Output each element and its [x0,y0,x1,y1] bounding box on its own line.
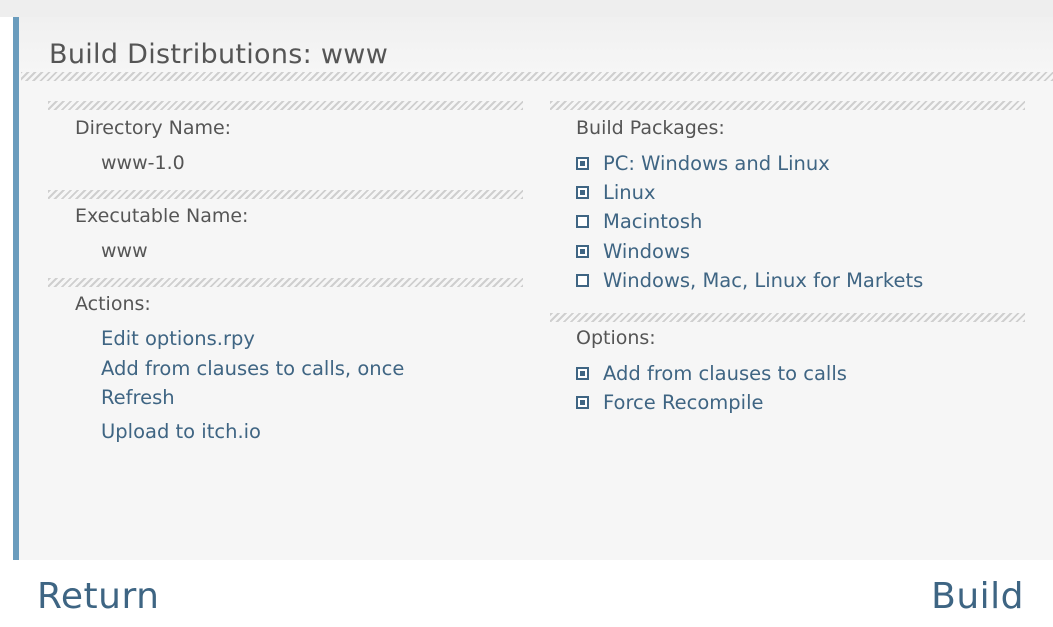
top-strip [0,0,1053,17]
option-add-from-clauses-checkbox[interactable]: Add from clauses to calls [576,362,847,385]
divider [48,278,523,287]
checkbox-checked-icon [576,186,589,199]
build-packages-label: Build Packages: [576,117,725,139]
divider [550,101,1025,110]
checkbox-checked-icon [576,367,589,380]
return-button[interactable]: Return [37,576,159,617]
title-divider [21,72,1053,81]
option-force-recompile-checkbox[interactable]: Force Recompile [576,391,764,414]
package-macintosh-checkbox[interactable]: Macintosh [576,210,702,233]
directory-name-value: www-1.0 [101,152,185,174]
checkbox-unchecked-icon [576,274,589,287]
checkbox-unchecked-icon [576,215,589,228]
package-label: Windows, Mac, Linux for Markets [603,269,924,292]
option-label: Add from clauses to calls [603,362,847,385]
edit-options-link[interactable]: Edit options.rpy [101,327,255,350]
directory-name-label: Directory Name: [75,117,232,139]
divider [550,313,1025,322]
package-markets-checkbox[interactable]: Windows, Mac, Linux for Markets [576,269,923,292]
checkbox-checked-icon [576,245,589,258]
executable-name-label: Executable Name: [75,205,249,227]
page-title: Build Distributions: www [49,39,389,70]
package-pc-checkbox[interactable]: PC: Windows and Linux [576,152,830,175]
checkbox-checked-icon [576,157,589,170]
options-label: Options: [576,327,656,349]
package-windows-checkbox[interactable]: Windows [576,240,690,263]
divider [48,190,523,199]
package-label: PC: Windows and Linux [603,152,830,175]
upload-itch-link[interactable]: Upload to itch.io [101,420,261,443]
package-label: Macintosh [603,210,703,233]
executable-name-value: www [101,240,148,262]
divider [48,101,523,110]
refresh-link[interactable]: Refresh [101,386,175,409]
actions-label: Actions: [75,293,151,315]
build-distributions-panel: Build Distributions: www Directory Name:… [13,17,1053,560]
build-button[interactable]: Build [931,576,1024,617]
package-label: Windows [603,240,691,263]
package-linux-checkbox[interactable]: Linux [576,181,656,204]
option-label: Force Recompile [603,391,764,414]
checkbox-checked-icon [576,396,589,409]
package-label: Linux [603,181,656,204]
add-from-clauses-link[interactable]: Add from clauses to calls, once [101,357,404,380]
